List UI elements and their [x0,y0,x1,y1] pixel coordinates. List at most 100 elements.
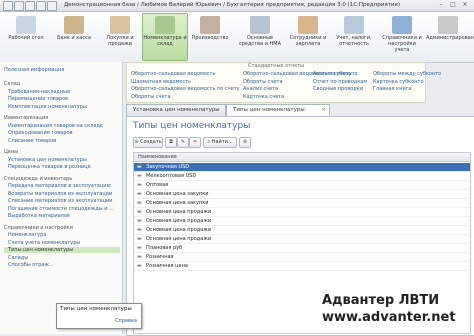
row-name: Закупочная USD [146,164,190,170]
nav-item[interactable]: Списание материалов из эксплуатации [8,198,113,204]
report-link[interactable]: Главная книга [373,86,411,92]
table-row[interactable]: ▬ Основная цена продажи [134,226,470,235]
nav-item[interactable]: Установка цен номенклатуры [8,157,87,163]
table-row[interactable]: ▬ Основная цена закупки [134,199,470,208]
section-factory[interactable]: Производство [188,14,232,60]
section-label: Покупки и продажи [106,35,134,47]
tab-close-icon[interactable]: × [321,105,326,116]
column-header-name[interactable]: Наименование [134,153,470,162]
window-title: Демонстрационная база / Любимов Валерий … [64,2,400,8]
row-item-icon: ▬ [137,236,142,242]
nav-item[interactable]: Оприходование товаров [8,130,73,136]
table-row[interactable]: ▬ Плановая руб [134,244,470,253]
mark-delete-button[interactable]: ✕ [189,137,201,148]
row-item-icon: ▬ [137,245,142,251]
tab-label: Типы цен номенклатуры [233,107,305,113]
watermark-line1: Адвантер ЛВТИ [322,293,440,308]
section-cart[interactable]: Покупки и продажи [98,14,142,60]
nav-item[interactable]: Способы отраж... [8,262,54,268]
back-icon[interactable] [14,1,24,11]
row-item-icon: ▬ [137,200,142,206]
nav-item[interactable]: Комплектация номенклатуры [8,104,87,110]
delete-icon: ✕ [192,139,198,145]
table-row[interactable]: ▬ Основная цена продажи [134,235,470,244]
row-item-icon: ▬ [137,209,142,215]
table-row[interactable]: ▬ Основная цена продажи [134,208,470,217]
section-people[interactable]: Сотрудники и зарплата [286,14,330,60]
table-row[interactable]: ▬ Розничная [134,253,470,262]
nav-item[interactable]: Возвраты материалов из эксплуатации [8,191,112,197]
section-admin[interactable]: Администрирование [426,14,474,60]
nav-item[interactable]: Требования-накладные [8,89,70,95]
nav-item[interactable]: Типы цен номенклатуры [4,247,120,253]
close-icon[interactable]: × [460,1,470,9]
copy-icon: ⧉ [169,139,173,145]
row-item-icon: ▬ [137,164,142,170]
section-label: Номенклатура и склад [143,35,187,47]
section-desktop[interactable]: Рабочий стол [4,14,48,60]
report-link[interactable]: Оборотно-сальдовая ведомость [131,71,215,77]
copy-button[interactable]: ⧉ [165,137,177,148]
desktop-icon [16,16,36,34]
row-item-icon: ▬ [137,227,142,233]
report-link[interactable]: Карточка субконто [373,79,424,85]
section-label: Администрирование [426,35,474,41]
table-row[interactable]: ▬ Основная цена закупки [134,190,470,199]
tooltip-help-link[interactable]: Справка [115,318,137,324]
nav-item[interactable]: Передача материалов в эксплуатацию [8,183,111,189]
report-link[interactable]: Оборотно-сальдовая ведомость по счету [131,86,240,92]
table-row[interactable]: ▬ Оптовая [134,181,470,190]
table-row[interactable]: ▬ Мелкооптовая USD [134,172,470,181]
table-row[interactable]: ▬ Закупочная USD [134,163,470,172]
tooltip-title: Типы цен номенклатуры [60,306,132,312]
row-name: Розничная [146,254,174,260]
forward-icon[interactable] [25,1,35,11]
cancel-search-button[interactable]: ⊘ [239,137,251,148]
report-link[interactable]: Обороты между субконто [373,71,441,77]
row-name: Основная цена продажи [146,227,212,233]
section-bank[interactable]: Банк и касса [52,14,96,60]
row-name: Оптовая [146,182,169,188]
report-link[interactable]: Карточка счета [243,94,284,100]
nav-item[interactable]: Списание товаров [8,138,56,144]
report-link[interactable]: Сводные проводки [313,86,363,92]
nav-item[interactable]: Инвентаризация товаров на складе [8,123,103,129]
history-icon[interactable] [47,1,57,11]
nav-item[interactable]: Номенклатура [8,232,46,238]
find-button[interactable]: ⌕ Найти... [203,137,237,148]
report-link[interactable]: Обороты счета [243,79,283,85]
row-name: Основная цена закупки [146,200,209,206]
watermark-line2: www.advanter.net [322,310,456,325]
table-row[interactable]: ▬ Розничная цена [134,262,470,271]
report-link[interactable]: Анализ субконто [313,71,358,77]
nav-item[interactable]: Выработка материалов [8,213,70,219]
form-title: Типы цен номенклатуры [133,121,251,131]
useful-info-link[interactable]: Полезная информация [4,67,64,73]
nav-item[interactable]: Переоценка товаров в рознице [8,164,91,170]
tab-price-setting[interactable]: Установка цен номенклатуры [126,104,226,116]
row-item-icon: ▬ [137,182,142,188]
report-link[interactable]: Анализ счета [243,86,278,92]
table-row[interactable]: ▬ Основная цена продажи [134,217,470,226]
section-warehouse[interactable]: Номенклатура и склад [142,13,188,61]
report-link[interactable]: Обороты счета [131,94,171,100]
admin-icon [438,16,458,34]
section-report[interactable]: Учет, налоги, отчетность [332,14,376,60]
report-link[interactable]: Отчет по проводкам [313,79,367,85]
nav-item[interactable]: Склады [8,255,28,261]
nav-item[interactable]: Перемещение товаров [8,96,68,102]
maximize-icon[interactable]: □ [448,1,458,9]
report-icon [344,16,364,34]
section-assets[interactable]: Основные средства и НМА [238,14,282,60]
minimize-icon[interactable]: – [436,1,446,9]
report-link[interactable]: Шахматная ведомость [131,79,191,85]
section-books[interactable]: Справочники и настройки учета [380,14,424,60]
nav-item[interactable]: Погашение стоимости спецодежды и ... [8,206,114,212]
edit-button[interactable]: ✎ [177,137,189,148]
tooltip: Типы цен номенклатуры Справка [56,303,142,329]
home-icon[interactable] [36,1,46,11]
tab-price-types[interactable]: Типы цен номенклатуры × [226,104,330,116]
nav-item[interactable]: Счета учета номенклатуры [8,240,80,246]
watermark-logo: Адвантер ЛВТИ www.advanter.net [322,293,464,327]
create-button[interactable]: ⊕ Создать [133,137,163,148]
